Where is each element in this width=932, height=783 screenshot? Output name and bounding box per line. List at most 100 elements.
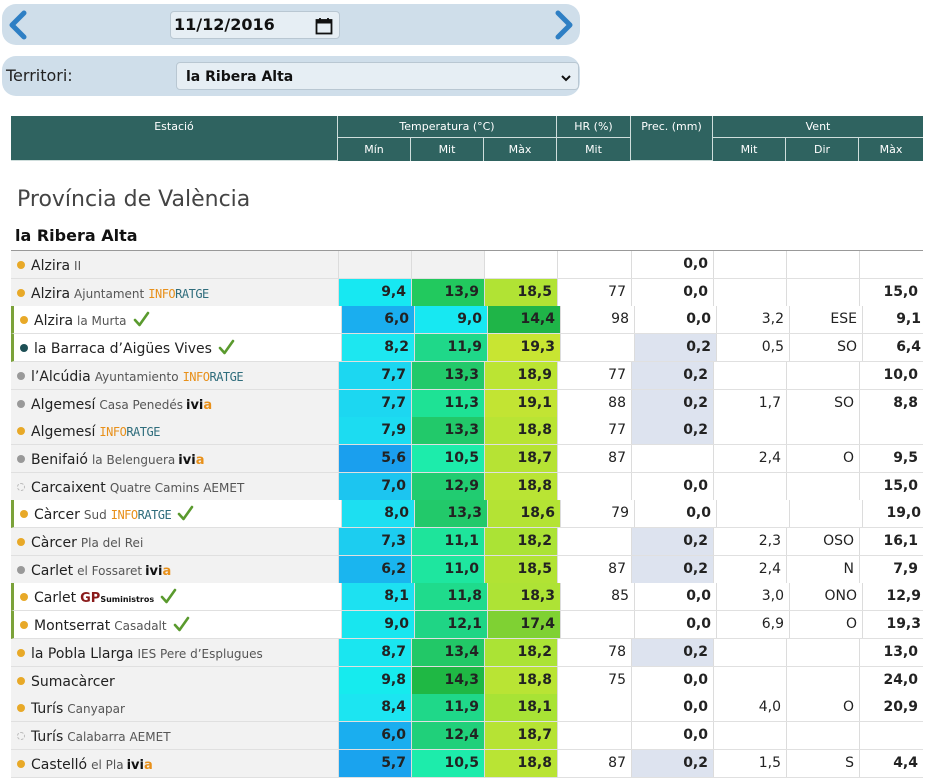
station-name[interactable]: Alzira [34, 313, 73, 329]
temp-min-cell: 7,3 [338, 528, 411, 555]
prec-cell: 0,0 [631, 694, 713, 722]
header-t-min: Mín [338, 138, 411, 161]
station-name[interactable]: Càrcer [34, 507, 80, 523]
station-name[interactable]: Algemesí [31, 397, 95, 413]
status-dot-icon [17, 454, 25, 463]
table-row[interactable]: Castelló el Pla ivia 5,7 10,5 18,8 87 0,2 1,5 S 4,… [11, 749, 923, 778]
table-row[interactable]: Càrcer Pla del Rei 7,3 11,1 18,2 0,2 2,3 OSO 16,… [11, 528, 923, 556]
wind-mit-cell [713, 278, 786, 306]
table-row[interactable]: Algemesí INFORATGE 7,9 13,3 18,8 77 0,2 [11, 417, 923, 446]
temp-mit-cell: 10,5 [411, 444, 484, 472]
station-name[interactable]: Carlet [34, 590, 76, 606]
temp-max-cell: 18,9 [484, 361, 557, 389]
table-row[interactable]: Algemesí Casa Penedés ivia 7,7 11,3 19,1 88 0,2… [11, 389, 923, 418]
station-name[interactable]: Algemesí [31, 424, 95, 440]
station-name[interactable]: Alzira [31, 258, 70, 274]
wind-dir-cell: SO [786, 389, 859, 417]
temp-min-cell: 8,2 [341, 334, 414, 362]
date-input[interactable]: 11/12/2016 [170, 11, 340, 39]
station-name[interactable]: Montserrat [34, 618, 110, 634]
table-row[interactable]: Carlet el Fossaret ivia 6,2 11,0 18,5 87 0,2 2,4… [11, 555, 923, 584]
wind-dir-cell [786, 278, 859, 306]
station-cell: Alzira la Murta [14, 306, 341, 333]
next-day-button[interactable] [550, 10, 576, 40]
table-row[interactable]: Benifaió la Belenguera ivia 5,6 10,5 18,7 87 2,… [11, 444, 923, 473]
station-cell: Castelló el Pla ivia [11, 750, 338, 777]
wind-mit-cell: 2,3 [713, 528, 786, 555]
header-hr-mit: Mit [557, 138, 631, 161]
table-row[interactable]: Sumacàrcer 9,8 14,3 18,8 75 0,0 24,0 [11, 666, 923, 695]
temp-min-cell: 8,4 [338, 694, 411, 722]
hr-cell: 87 [557, 749, 631, 777]
table-row[interactable]: Carcaixent Quatre Camins AEMET 7,0 12,9 18,8… [11, 472, 923, 501]
inforatge-logo-icon: INFORATGE [182, 369, 244, 384]
station-cell: Alzira II [11, 251, 338, 278]
station-name[interactable]: Castelló [31, 757, 87, 773]
status-dot-icon [17, 676, 25, 685]
temp-mit-cell: 13,9 [411, 278, 484, 306]
table-row[interactable]: la Pobla Llarga IES Pere d’Esplugues 8,7 13… [11, 638, 923, 667]
temp-min-cell: 9,4 [338, 278, 411, 306]
station-subname: Ayuntamiento [94, 369, 179, 384]
hr-cell [557, 472, 631, 500]
temp-mit-cell: 9,0 [414, 306, 487, 334]
station-name[interactable]: Carcaixent [31, 480, 106, 496]
station-name[interactable]: Benifaió [31, 452, 88, 468]
calendar-icon[interactable] [315, 17, 333, 39]
previous-day-button[interactable] [6, 10, 32, 40]
station-name[interactable]: la Pobla Llarga [31, 646, 133, 662]
territory-select[interactable]: la Ribera Alta [176, 62, 579, 90]
table-row[interactable]: Montserrat Casadalt 9,0 12,1 17,4 0,0 6,9 O 19,3 [11, 611, 926, 640]
temp-mit-cell: 13,4 [411, 638, 484, 666]
station-name[interactable]: Turís [31, 701, 63, 717]
hr-cell: 98 [560, 306, 634, 334]
table-row[interactable]: Alzira II 0,0 [11, 251, 923, 279]
station-subname: Canyapar [67, 702, 125, 717]
temp-min-cell: 6,0 [341, 306, 414, 334]
hr-cell [557, 251, 631, 278]
wind-mit-cell [713, 361, 786, 389]
station-subname: II [74, 259, 82, 273]
wind-dir-cell: ESE [789, 306, 862, 334]
hr-cell: 79 [560, 500, 634, 528]
status-dot-icon [17, 261, 25, 269]
wind-dir-cell: N [786, 555, 859, 583]
temp-max-cell: 18,8 [484, 417, 557, 445]
wind-max-cell: 6,4 [862, 334, 926, 362]
temp-max-cell: 14,4 [487, 306, 560, 334]
hr-cell [560, 611, 634, 639]
hr-cell: 77 [557, 278, 631, 306]
temp-mit-cell: 11,9 [411, 694, 484, 722]
prec-cell: 0,2 [631, 749, 713, 777]
table-row[interactable]: Carlet GPSuministros 8,1 11,8 18,3 85 0,0 3,0 ON… [11, 583, 926, 612]
table-row[interactable]: la Barraca d’Aigües Vives 8,2 11,9 19,3 0,2 0… [11, 334, 926, 363]
hr-cell: 85 [560, 583, 634, 611]
station-name[interactable]: l’Alcúdia [31, 369, 91, 385]
table-row[interactable]: Càrcer Sud INFORATGE 8,0 13,3 18,6 79 0,0 19,0 [11, 500, 926, 529]
wind-dir-cell: O [786, 694, 859, 722]
temp-mit-cell: 12,1 [414, 611, 487, 639]
table-row[interactable]: l’Alcúdia Ayuntamiento INFORATGE 7,7 13,3 18,… [11, 361, 923, 390]
gp-suministros-logo-icon: GPSuministros [80, 591, 155, 607]
temp-mit-cell: 14,3 [411, 666, 484, 694]
temp-max-cell: 18,2 [484, 528, 557, 555]
status-dot-icon [17, 565, 25, 574]
wind-max-cell: 19,3 [862, 611, 926, 639]
station-name[interactable]: Alzira [31, 286, 70, 302]
table-row[interactable]: Turís Canyapar 8,4 11,9 18,1 0,0 4,0 O 20,9 [11, 694, 923, 723]
temp-min-cell: 7,7 [338, 389, 411, 417]
header-prec: Prec. (mm) [631, 116, 713, 161]
status-dot-icon [20, 593, 28, 602]
station-name[interactable]: la Barraca d’Aigües Vives [34, 341, 212, 357]
wind-dir-cell: O [789, 611, 862, 639]
table-row[interactable]: Alzira la Murta 6,0 9,0 14,4 98 0,0 3,2 ESE 9,1 [11, 306, 926, 335]
station-name[interactable]: Carlet [31, 563, 73, 579]
station-name[interactable]: Càrcer [31, 535, 77, 551]
region-title: la Ribera Alta [15, 226, 138, 245]
station-name[interactable]: Turís [31, 729, 63, 745]
inforatge-logo-icon: INFORATGE [99, 425, 160, 440]
table-row[interactable]: Alzira Ajuntament INFORATGE 9,4 13,9 18,5 77 0,… [11, 278, 923, 307]
table-row[interactable]: Turís Calabarra AEMET 6,0 12,4 18,7 0,0 [11, 721, 923, 750]
station-name[interactable]: Sumacàrcer [31, 674, 115, 690]
inforatge-logo-icon: INFORATGE [148, 286, 209, 301]
